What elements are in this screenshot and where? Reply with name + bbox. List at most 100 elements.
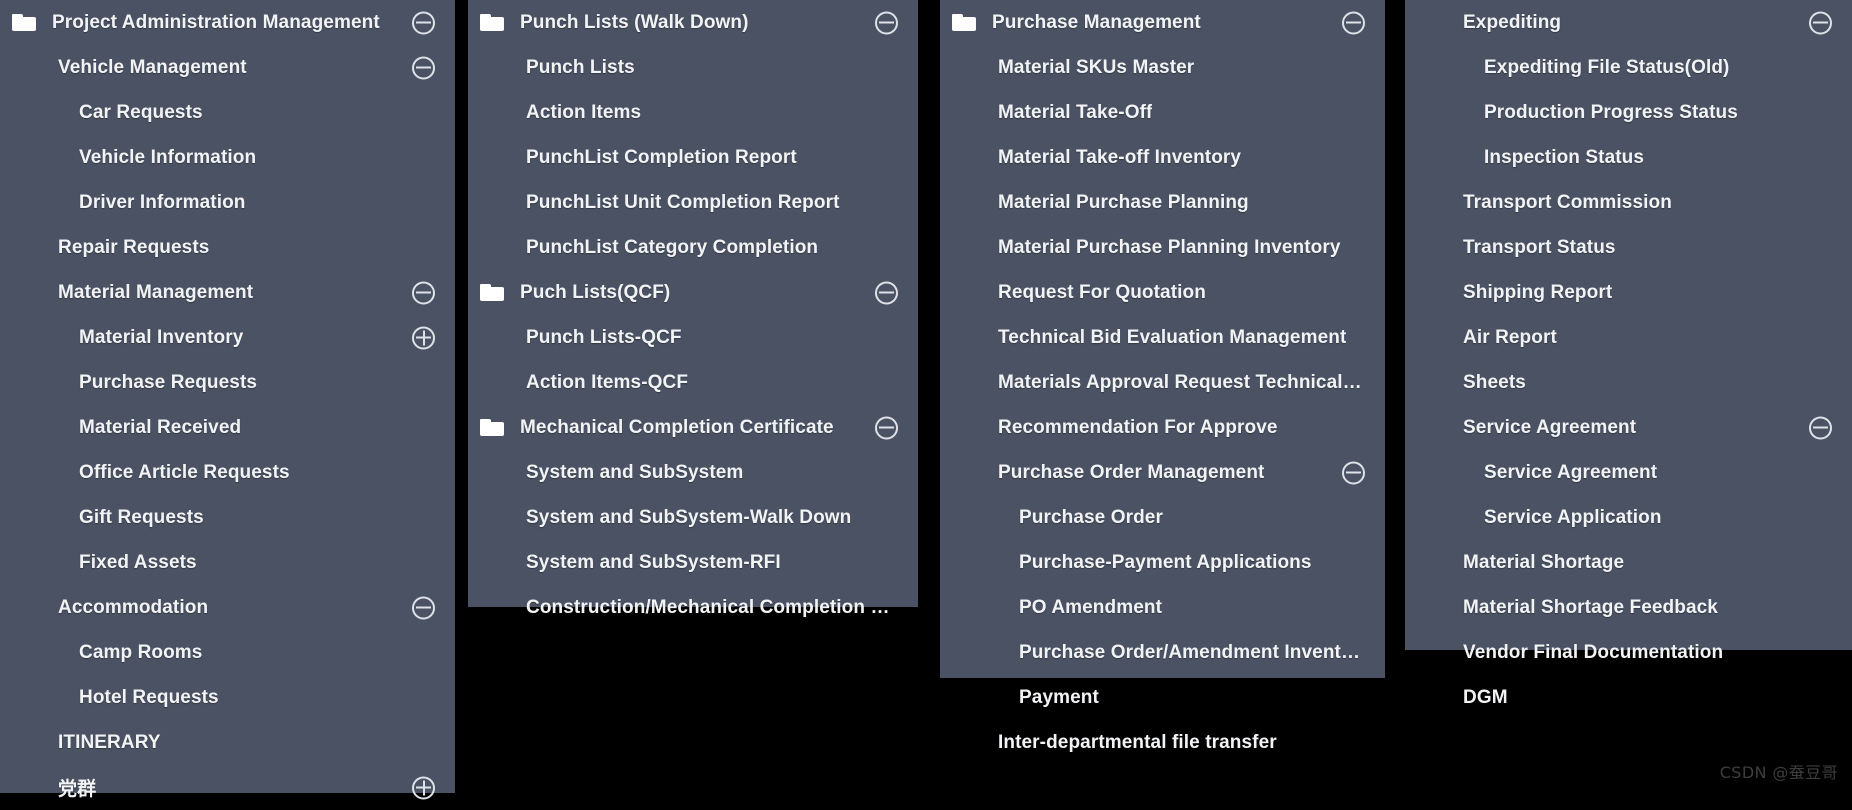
menu-item-system-and-subsystem-rfi[interactable]: System and SubSystem-RFI xyxy=(468,540,918,585)
menu-item-punch-lists[interactable]: Punch Lists xyxy=(468,45,918,90)
menu-item-gift-requests[interactable]: Gift Requests xyxy=(0,495,455,540)
menu-item-camp-rooms[interactable]: Camp Rooms xyxy=(0,630,455,675)
menu-item-service-agreement[interactable]: Service Agreement xyxy=(1405,405,1852,450)
menu-item-label: Material Purchase Planning Inventory xyxy=(998,236,1341,258)
menu-item-label: Fixed Assets xyxy=(79,551,197,573)
menu-item-material-shortage[interactable]: Material Shortage xyxy=(1405,540,1852,585)
expand-plus-circle-icon[interactable] xyxy=(412,776,435,799)
collapse-minus-circle-icon[interactable] xyxy=(875,11,898,34)
menu-item-label: Mechanical Completion Certificate xyxy=(520,416,834,438)
menu-item-punchlist-completion-report[interactable]: PunchList Completion Report xyxy=(468,135,918,180)
menu-item-request-for-quotation[interactable]: Request For Quotation xyxy=(940,270,1385,315)
menu-item-material-take-off[interactable]: Material Take-Off xyxy=(940,90,1385,135)
menu-item-material-received[interactable]: Material Received xyxy=(0,405,455,450)
collapse-minus-circle-icon[interactable] xyxy=(412,56,435,79)
menu-item-label: Material Shortage Feedback xyxy=(1463,596,1718,618)
menu-item-purchase-requests[interactable]: Purchase Requests xyxy=(0,360,455,405)
menu-item-driver-information[interactable]: Driver Information xyxy=(0,180,455,225)
menu-item-purchase-order-amendment-inventory[interactable]: Purchase Order/Amendment Inventory xyxy=(940,630,1385,675)
menu-item-punch-lists-qcf[interactable]: Punch Lists-QCF xyxy=(468,315,918,360)
menu-item-label: Sheets xyxy=(1463,371,1526,393)
collapse-minus-circle-icon[interactable] xyxy=(412,11,435,34)
menu-item-material-purchase-planning[interactable]: Material Purchase Planning xyxy=(940,180,1385,225)
menu-item-shipping-report[interactable]: Shipping Report xyxy=(1405,270,1852,315)
menu-item-label: Inspection Status xyxy=(1484,146,1645,168)
collapse-minus-circle-icon[interactable] xyxy=(1809,11,1832,34)
collapse-minus-circle-icon[interactable] xyxy=(412,596,435,619)
menu-item-material-inventory[interactable]: Material Inventory xyxy=(0,315,455,360)
menu-item-service-application[interactable]: Service Application xyxy=(1405,495,1852,540)
menu-item-label: Hotel Requests xyxy=(79,686,219,708)
menu-item-system-and-subsystem[interactable]: System and SubSystem xyxy=(468,450,918,495)
menu-item-hotel-requests[interactable]: Hotel Requests xyxy=(0,675,455,720)
menu-item-label: Purchase Order Management xyxy=(998,461,1265,483)
menu-item-label: Service Agreement xyxy=(1484,461,1658,483)
menu-item-construction-mechanical-completion-cer[interactable]: Construction/Mechanical Completion Cer… xyxy=(468,585,918,630)
menu-item-purchase-payment-applications[interactable]: Purchase-Payment Applications xyxy=(940,540,1385,585)
collapse-minus-circle-icon[interactable] xyxy=(412,281,435,304)
collapse-minus-circle-icon[interactable] xyxy=(875,281,898,304)
menu-item-transport-status[interactable]: Transport Status xyxy=(1405,225,1852,270)
menu-item-itinerary[interactable]: ITINERARY xyxy=(0,720,455,765)
menu-item-punch-lists-walk-down[interactable]: Punch Lists (Walk Down) xyxy=(468,0,918,45)
collapse-minus-circle-icon[interactable] xyxy=(1809,416,1832,439)
menu-item-vehicle-management[interactable]: Vehicle Management xyxy=(0,45,455,90)
folder-icon xyxy=(12,13,36,32)
menu-item-label: Car Requests xyxy=(79,101,203,123)
menu-item-vehicle-information[interactable]: Vehicle Information xyxy=(0,135,455,180)
menu-item-label: Punch Lists (Walk Down) xyxy=(520,11,749,33)
menu-item-recommendation-for-approve[interactable]: Recommendation For Approve xyxy=(940,405,1385,450)
menu-item-materials-approval-request-technical-part[interactable]: Materials Approval Request Technical Par… xyxy=(940,360,1385,405)
menu-item-repair-requests[interactable]: Repair Requests xyxy=(0,225,455,270)
menu-item-production-progress-status[interactable]: Production Progress Status xyxy=(1405,90,1852,135)
menu-item-action-items-qcf[interactable]: Action Items-QCF xyxy=(468,360,918,405)
menu-item-sheets[interactable]: Sheets xyxy=(1405,360,1852,405)
menu-item-dgm[interactable]: DGM xyxy=(1405,675,1852,720)
menu-item-label: Vehicle Management xyxy=(58,56,247,78)
menu-item-material-skus-master[interactable]: Material SKUs Master xyxy=(940,45,1385,90)
menu-item-label: Air Report xyxy=(1463,326,1557,348)
menu-item-mechanical-completion-certificate[interactable]: Mechanical Completion Certificate xyxy=(468,405,918,450)
menu-item-po-amendment[interactable]: PO Amendment xyxy=(940,585,1385,630)
csdn-watermark: CSDN @蚕豆哥 xyxy=(1719,763,1838,782)
menu-item-punchlist-unit-completion-report[interactable]: PunchList Unit Completion Report xyxy=(468,180,918,225)
menu-item-label: Request For Quotation xyxy=(998,281,1206,303)
menu-item-label: Material Inventory xyxy=(79,326,244,348)
menu-item-material-take-off-inventory[interactable]: Material Take-off Inventory xyxy=(940,135,1385,180)
menu-item-vendor-final-documentation[interactable]: Vendor Final Documentation xyxy=(1405,630,1852,675)
menu-item-label: Payment xyxy=(1019,686,1099,708)
menu-item-fixed-assets[interactable]: Fixed Assets xyxy=(0,540,455,585)
menu-item-material-management[interactable]: Material Management xyxy=(0,270,455,315)
menu-item-transport-commission[interactable]: Transport Commission xyxy=(1405,180,1852,225)
collapse-minus-circle-icon[interactable] xyxy=(875,416,898,439)
menu-item-service-agreement[interactable]: Service Agreement xyxy=(1405,450,1852,495)
menu-item-project-administration-management[interactable]: Project Administration Management xyxy=(0,0,455,45)
menu-item-inspection-status[interactable]: Inspection Status xyxy=(1405,135,1852,180)
menu-item-puch-lists-qcf[interactable]: Puch Lists(QCF) xyxy=(468,270,918,315)
collapse-minus-circle-icon[interactable] xyxy=(1342,11,1365,34)
menu-item-payment[interactable]: Payment xyxy=(940,675,1385,720)
menu-item-car-requests[interactable]: Car Requests xyxy=(0,90,455,135)
menu-item-material-purchase-planning-inventory[interactable]: Material Purchase Planning Inventory xyxy=(940,225,1385,270)
menu-item-expediting-file-status-old[interactable]: Expediting File Status(Old) xyxy=(1405,45,1852,90)
menu-column-project-administration: Project Administration Management Vehicle… xyxy=(0,0,455,800)
collapse-minus-circle-icon[interactable] xyxy=(1342,461,1365,484)
folder-icon xyxy=(480,13,504,32)
menu-item-system-and-subsystem-walk-down[interactable]: System and SubSystem-Walk Down xyxy=(468,495,918,540)
menu-item-air-report[interactable]: Air Report xyxy=(1405,315,1852,360)
menu-item-purchase-management[interactable]: Purchase Management xyxy=(940,0,1385,45)
menu-item-office-article-requests[interactable]: Office Article Requests xyxy=(0,450,455,495)
menu-item-党群[interactable]: 党群 xyxy=(0,765,455,810)
menu-item-purchase-order-management[interactable]: Purchase Order Management xyxy=(940,450,1385,495)
menu-item-inter-departmental-file-transfer[interactable]: Inter-departmental file transfer xyxy=(940,720,1385,765)
menu-item-technical-bid-evaluation-management[interactable]: Technical Bid Evaluation Management xyxy=(940,315,1385,360)
menu-item-expediting[interactable]: Expediting xyxy=(1405,0,1852,45)
menu-item-label: PunchList Unit Completion Report xyxy=(526,191,840,213)
menu-item-purchase-order[interactable]: Purchase Order xyxy=(940,495,1385,540)
menu-item-label: Action Items-QCF xyxy=(526,371,689,393)
expand-plus-circle-icon[interactable] xyxy=(412,326,435,349)
menu-item-action-items[interactable]: Action Items xyxy=(468,90,918,135)
menu-item-material-shortage-feedback[interactable]: Material Shortage Feedback xyxy=(1405,585,1852,630)
menu-item-accommodation[interactable]: Accommodation xyxy=(0,585,455,630)
menu-item-punchlist-category-completion[interactable]: PunchList Category Completion xyxy=(468,225,918,270)
